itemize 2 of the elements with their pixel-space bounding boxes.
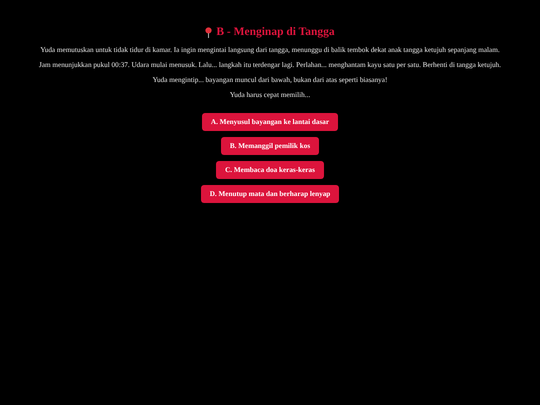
pin-icon — [205, 26, 212, 38]
page-title: B - Menginap di Tangga — [216, 26, 335, 38]
